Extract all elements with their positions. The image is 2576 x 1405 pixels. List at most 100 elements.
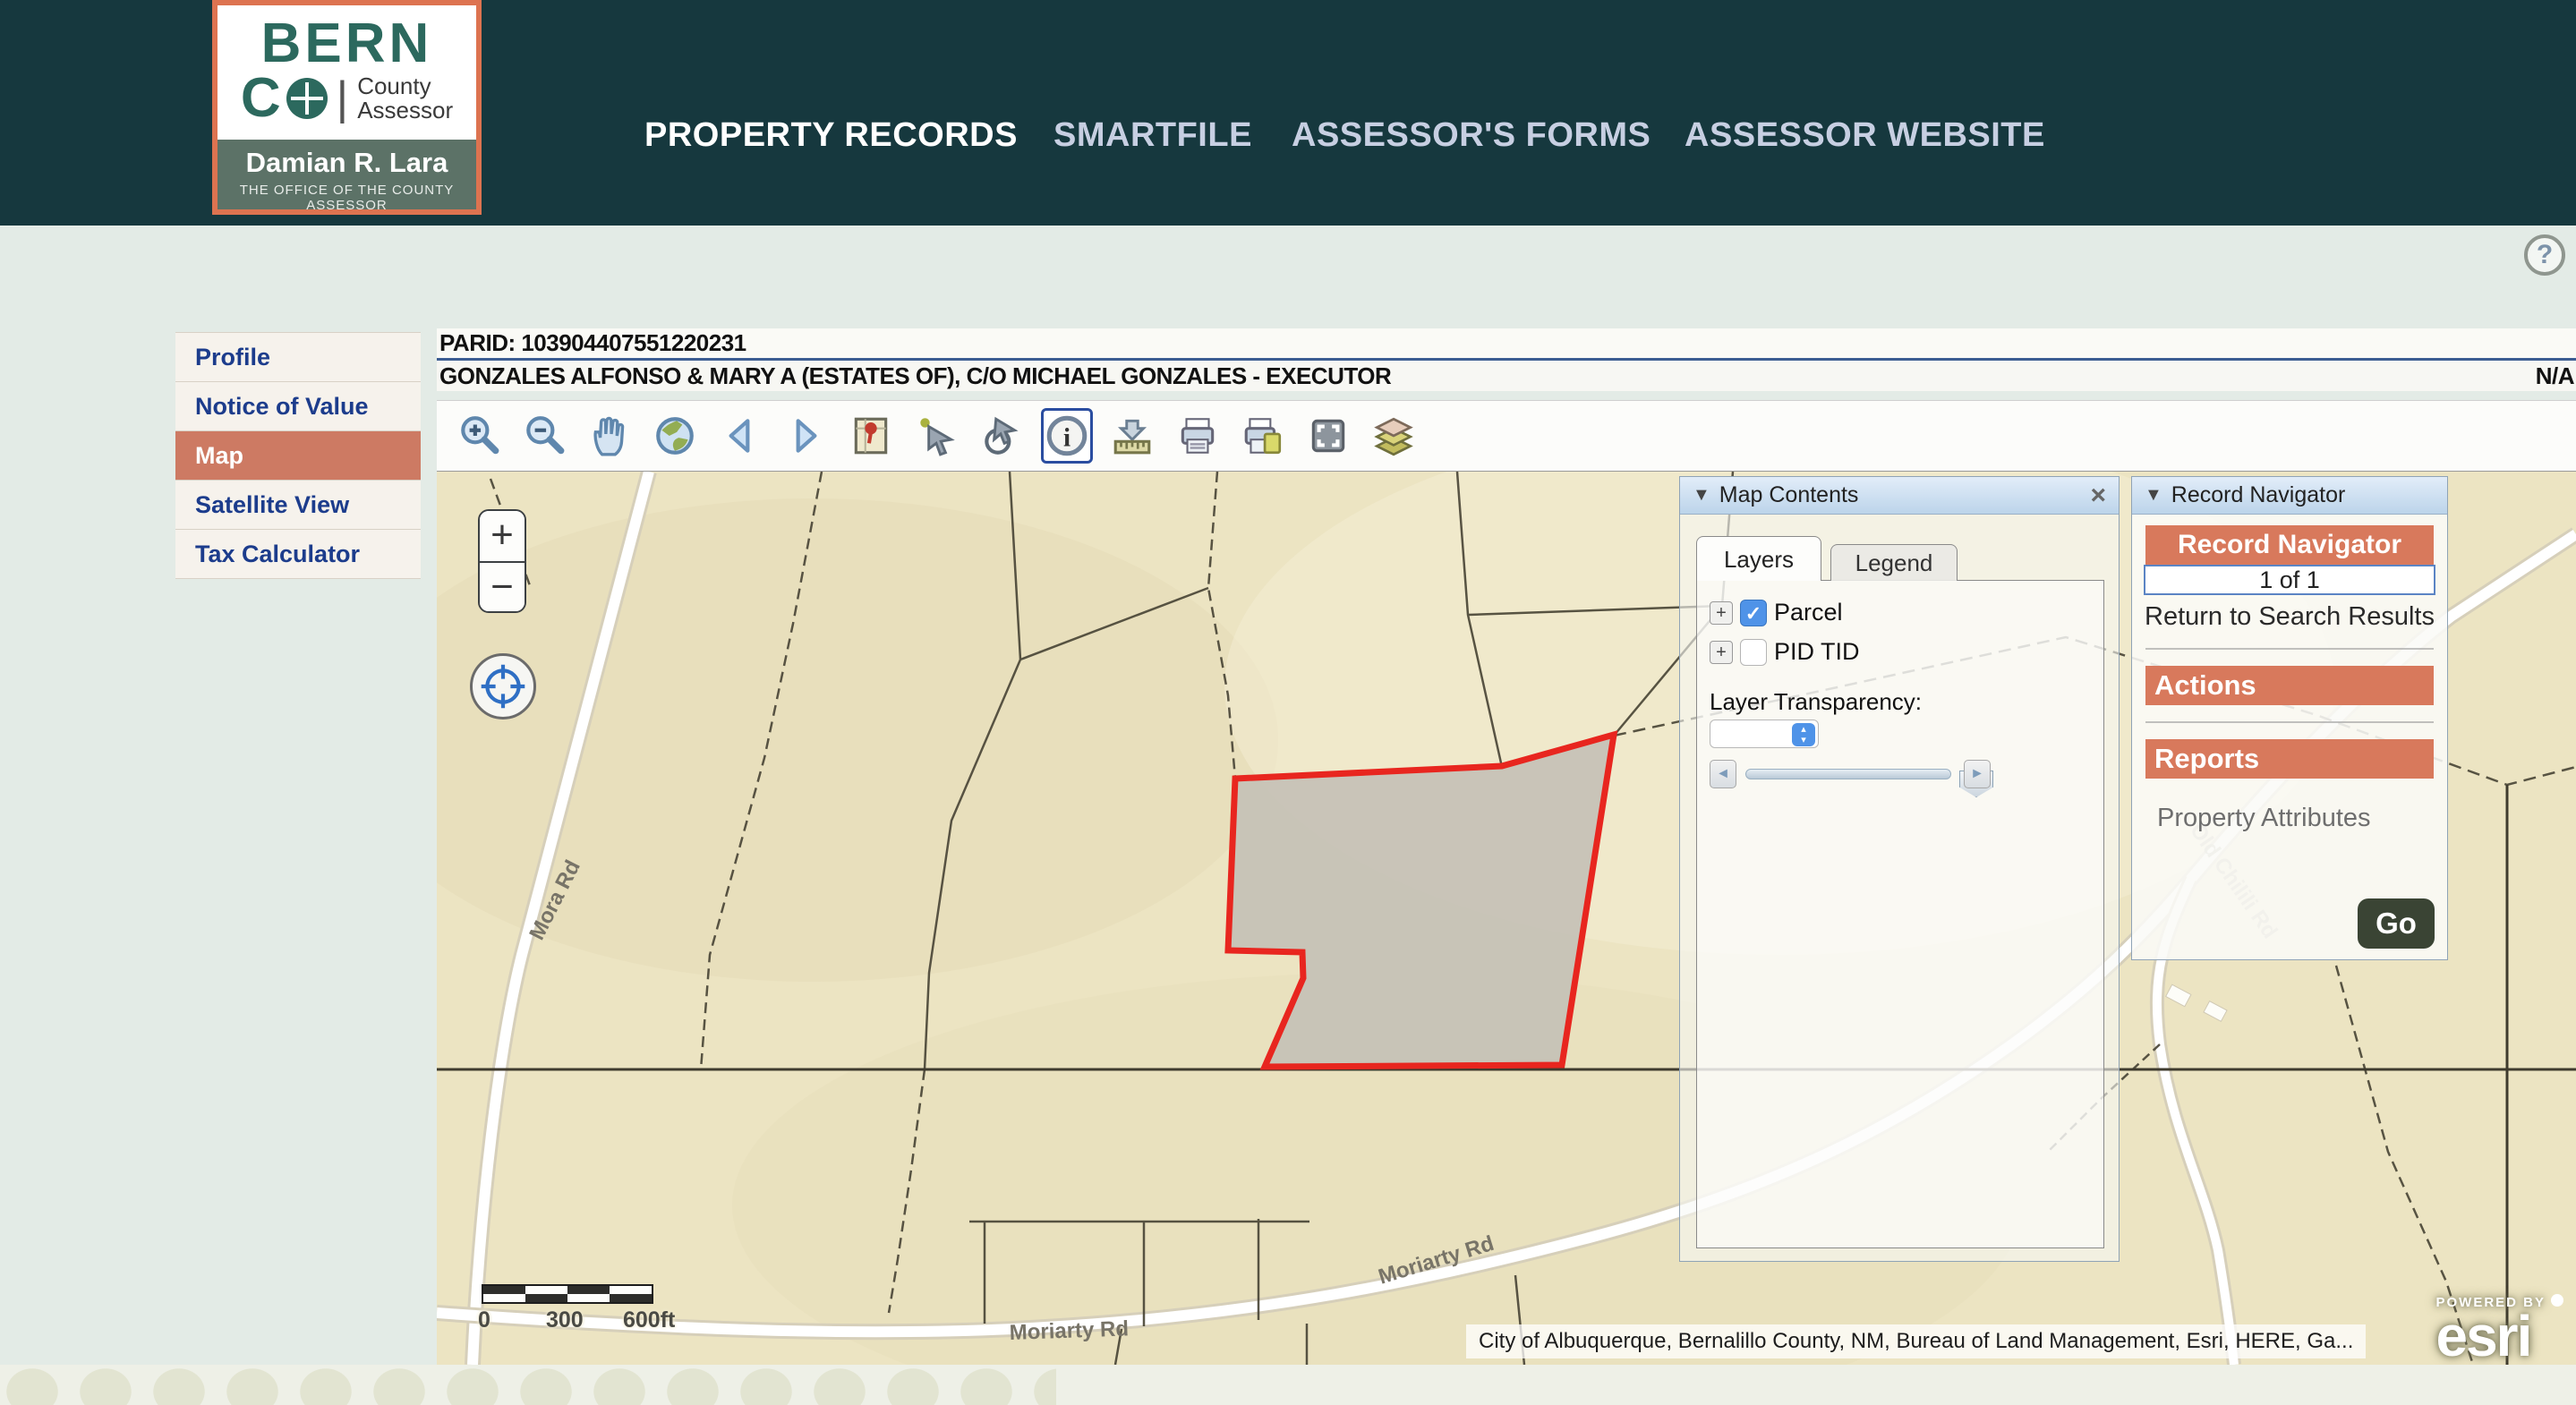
parcel-checkbox[interactable]: ✓ [1740, 600, 1767, 626]
map-contents-panel: ▼ Map Contents × Layers Legend + ✓ Parce… [1679, 476, 2120, 1262]
layers-tab-content: + ✓ Parcel + PID TID Layer Transparency:… [1696, 580, 2104, 1248]
stepper-icon[interactable]: ▴▾ [1792, 723, 1815, 746]
assessor-office-title: THE OFFICE OF THE COUNTY ASSESSOR [218, 183, 476, 213]
map-toolbar: i [437, 400, 2576, 472]
nav-property-records[interactable]: PROPERTY RECORDS [644, 116, 1018, 155]
logo-co-text: C [241, 72, 281, 124]
record-navigator-title: Record Navigator [2171, 482, 2346, 508]
locate-button[interactable] [470, 653, 536, 720]
expand-icon[interactable]: + [1710, 641, 1733, 664]
layer-row-parcel: + ✓ Parcel [1710, 599, 1843, 626]
return-to-search-results-link[interactable]: Return to Search Results [2132, 602, 2447, 632]
record-navigator-bar: Record Navigator [2145, 525, 2434, 565]
parid-line: PARID: 103904407551220231 [437, 328, 2576, 358]
road-label-moriarty-1: Moriarty Rd [1009, 1316, 1129, 1345]
collapse-caret-icon[interactable]: ▼ [2145, 485, 2162, 506]
zoom-out-tool-icon[interactable] [518, 408, 570, 464]
footer-strip [0, 1365, 2576, 1405]
logo-tag-county: County [357, 74, 453, 98]
go-button[interactable]: Go [2358, 898, 2435, 949]
esri-dot-icon [2551, 1294, 2563, 1307]
esri-wordmark: esri [2435, 1311, 2563, 1361]
assessor-map-page: BERN C | County Assessor Damian R. Lara … [0, 0, 2576, 1405]
map-attribution: City of Albuquerque, Bernalillo County, … [1466, 1324, 2366, 1358]
overview-map-tool-icon[interactable] [845, 408, 897, 464]
sidebar-item-profile[interactable]: Profile [175, 333, 421, 382]
slider-track[interactable] [1745, 769, 1951, 779]
help-icon[interactable]: ? [2524, 234, 2565, 276]
full-extent-tool-icon[interactable] [649, 408, 701, 464]
pan-tool-icon[interactable] [584, 408, 635, 464]
map-contents-header[interactable]: ▼ Map Contents × [1680, 477, 2119, 515]
zia-symbol-icon [286, 78, 328, 119]
divider [2145, 721, 2434, 723]
sidebar-item-notice-of-value[interactable]: Notice of Value [175, 382, 421, 431]
sidebar-item-satellite-view[interactable]: Satellite View [175, 481, 421, 530]
owner-right-value: N/A [2536, 361, 2574, 391]
logo-tag-assessor: Assessor [357, 98, 453, 123]
actions-section-bar[interactable]: Actions [2145, 666, 2434, 705]
header-bar: BERN C | County Assessor Damian R. Lara … [0, 0, 2576, 226]
print-tool-icon[interactable] [1172, 408, 1224, 464]
layer-row-pid-tid: + PID TID [1710, 638, 1860, 666]
scale-bar-track [482, 1284, 653, 1304]
scale-label-300: 300 [546, 1307, 584, 1333]
owner-line: GONZALES ALFONSO & MARY A (ESTATES OF), … [437, 361, 2576, 391]
full-screen-tool-icon[interactable] [1302, 408, 1354, 464]
map-zoom-control: + − [478, 509, 526, 613]
layer-label-parcel: Parcel [1774, 599, 1843, 626]
bernco-logo[interactable]: BERN C | County Assessor Damian R. Lara … [212, 0, 482, 215]
record-navigator-header[interactable]: ▼ Record Navigator [2132, 477, 2447, 515]
halftone-pattern [0, 1365, 1056, 1405]
svg-text:i: i [1063, 423, 1070, 452]
next-extent-tool-icon[interactable] [780, 408, 832, 464]
expand-icon[interactable]: + [1710, 601, 1733, 625]
nav-assessor-website[interactable]: ASSESSOR WEBSITE [1685, 116, 2045, 155]
map-scale-bar: 0 300 600ft [482, 1284, 653, 1331]
slider-left-arrow[interactable]: ◄ [1710, 760, 1736, 788]
nav-smartfile[interactable]: SMARTFILE [1053, 116, 1252, 155]
map-viewport[interactable]: Mora Rd Moriarty Rd Moriarty Rd Old Chil… [437, 472, 2576, 1365]
zoom-in-tool-icon[interactable] [453, 408, 505, 464]
scale-label-0: 0 [478, 1307, 490, 1333]
layer-label-pid-tid: PID TID [1774, 638, 1860, 666]
transparency-label: Layer Transparency: [1710, 688, 1922, 716]
assessor-name: Damian R. Lara [218, 147, 476, 179]
property-attributes-link[interactable]: Property Attributes [2157, 804, 2447, 833]
tab-legend[interactable]: Legend [1830, 544, 1958, 581]
tab-layers[interactable]: Layers [1696, 536, 1821, 581]
selected-parcel[interactable] [1228, 735, 1614, 1067]
logo-upper: BERN C | County Assessor [218, 5, 476, 140]
transparency-slider: ◄ ► [1710, 760, 1969, 788]
sidebar-item-map[interactable]: Map [175, 431, 421, 481]
divider [2145, 648, 2434, 650]
logo-divider: | [337, 72, 349, 125]
sidebar-item-tax-calculator[interactable]: Tax Calculator [175, 530, 421, 579]
layers-tool-icon[interactable] [1368, 408, 1420, 464]
transparency-select[interactable]: ▴▾ [1710, 720, 1819, 748]
map-contents-title: Map Contents [1719, 482, 1859, 508]
select-tool-icon[interactable] [910, 408, 962, 464]
previous-extent-tool-icon[interactable] [714, 408, 766, 464]
logo-lower: Damian R. Lara THE OFFICE OF THE COUNTY … [218, 140, 476, 209]
nav-assessors-forms[interactable]: ASSESSOR'S FORMS [1292, 116, 1651, 155]
scale-label-600ft: 600ft [623, 1307, 675, 1333]
map-zoom-out-button[interactable]: − [480, 561, 525, 611]
measure-tool-icon[interactable] [1106, 408, 1158, 464]
record-position-field[interactable]: 1 of 1 [2144, 565, 2435, 595]
slider-right-arrow[interactable]: ► [1964, 760, 1991, 788]
close-icon[interactable]: × [2090, 482, 2106, 509]
map-zoom-in-button[interactable]: + [480, 511, 525, 561]
sidebar: Profile Notice of Value Map Satellite Vi… [175, 332, 421, 579]
identify-tool-icon[interactable] [976, 408, 1028, 464]
pid-tid-checkbox[interactable] [1740, 639, 1767, 666]
print-legend-tool-icon[interactable] [1237, 408, 1289, 464]
reports-section-bar[interactable]: Reports [2145, 739, 2434, 779]
owner-name: GONZALES ALFONSO & MARY A (ESTATES OF), … [439, 362, 1391, 389]
crosshair-icon [475, 659, 531, 714]
info-tool-icon[interactable]: i [1041, 408, 1093, 464]
record-navigator-panel: ▼ Record Navigator Record Navigator 1 of… [2131, 476, 2448, 960]
esri-logo: POWERED BY esri [2435, 1294, 2563, 1361]
logo-bern-text: BERN [218, 18, 476, 70]
collapse-caret-icon[interactable]: ▼ [1693, 485, 1710, 506]
